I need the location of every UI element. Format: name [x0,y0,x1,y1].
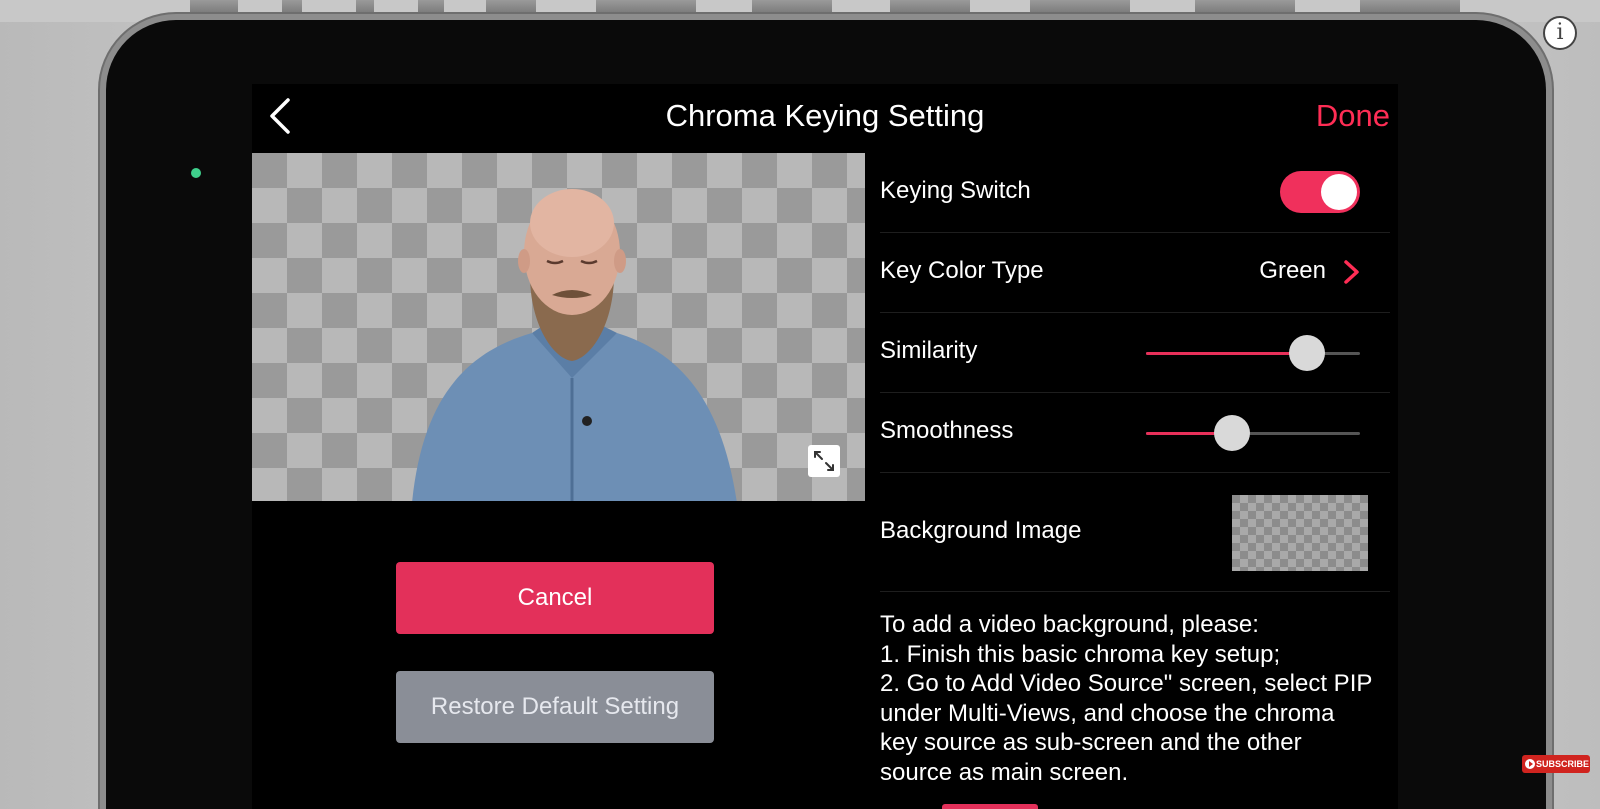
chevron-right-icon[interactable] [1340,259,1362,285]
key-color-type-label: Key Color Type [880,257,1044,284]
settings-panel: Keying Switch Key Color Type Green Simil… [880,153,1390,787]
presenter-video-frame [412,189,737,501]
note-line: 1. Finish this basic chroma key setup; [880,640,1281,668]
subscribe-button[interactable]: SUBSCRIBE [1522,755,1590,773]
video-background-instructions: To add a video background, please: 1. Fi… [880,592,1390,787]
note-line: 2. Go to Add Video Source" screen, selec… [880,670,1373,697]
note-line: under Multi-Views, and choose the chroma [880,699,1335,727]
key-color-type-row[interactable]: Key Color Type Green [880,233,1390,313]
device-top-strip [0,0,1600,22]
video-preview [252,153,865,501]
page-title: Chroma Keying Setting [665,98,985,133]
smoothness-slider-thumb[interactable] [1213,415,1250,451]
done-button[interactable]: Done [1316,98,1390,134]
subscribe-label: SUBSCRIBE [1536,759,1590,769]
similarity-slider[interactable] [1146,335,1360,371]
header: Chroma Keying Setting Done [252,84,1398,150]
similarity-row: Similarity [880,313,1390,393]
play-icon [1525,759,1535,769]
keying-switch-row: Keying Switch [880,153,1390,233]
expand-preview-button[interactable] [808,445,840,477]
chroma-key-screen: Chroma Keying Setting Done Cancel Restor… [252,84,1398,809]
similarity-label: Similarity [880,337,978,364]
info-icon[interactable]: i [1543,16,1577,50]
scroll-indicator [942,804,1038,809]
keying-switch-toggle[interactable] [1280,171,1360,213]
note-line: key source as sub-screen and the other [880,729,1302,756]
smoothness-row: Smoothness [880,393,1390,473]
background-image-picker[interactable] [1232,495,1368,571]
note-line: To add a video background, please: [880,611,1259,638]
similarity-slider-thumb[interactable] [1288,335,1325,371]
restore-default-button[interactable]: Restore Default Setting [396,671,714,743]
smoothness-slider[interactable] [1146,415,1360,451]
background-image-row: Background Image [880,473,1390,592]
background-image-label: Background Image [880,517,1082,544]
expand-arrows-icon [814,451,834,471]
key-color-type-value: Green [1259,257,1326,284]
keying-switch-label: Keying Switch [880,177,1031,204]
smoothness-label: Smoothness [880,417,1014,444]
status-led [191,168,201,178]
note-line: source as main screen. [880,758,1129,786]
cancel-button[interactable]: Cancel [396,562,714,634]
